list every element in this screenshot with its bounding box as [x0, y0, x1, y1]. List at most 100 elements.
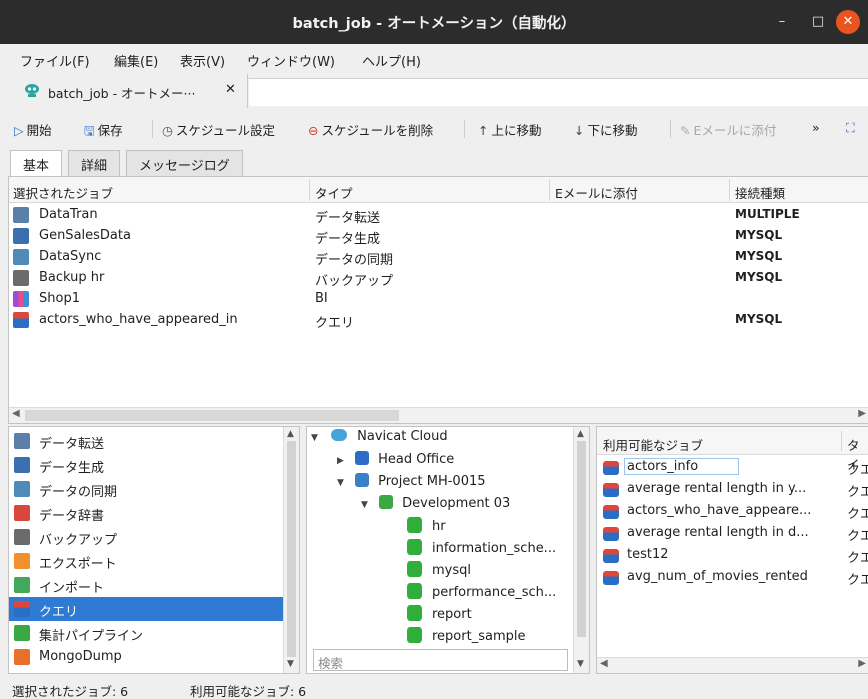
data-dictionary-icon: [14, 505, 30, 521]
job-type-label: データ辞書: [39, 509, 105, 524]
list-item[interactable]: MongoDump: [9, 645, 283, 669]
tree-node-project[interactable]: ▼ Project MH-0015: [337, 473, 486, 495]
scroll-right-icon[interactable]: ▶: [858, 408, 866, 419]
tree-node-connection[interactable]: ▼ Development 03: [361, 495, 510, 517]
scroll-left-icon[interactable]: ◀: [12, 408, 20, 419]
table-row[interactable]: average rental length in y... クエ: [597, 479, 868, 501]
tree-node-label: Development 03: [402, 496, 511, 511]
chevron-down-icon[interactable]: ▼: [337, 478, 351, 488]
table-row[interactable]: DataTran データ転送 MULTIPLE: [9, 205, 868, 226]
organization-icon: [355, 451, 370, 465]
column-divider[interactable]: [309, 179, 310, 201]
scroll-right-icon[interactable]: ▶: [858, 658, 866, 669]
list-item[interactable]: クエリ: [9, 597, 283, 621]
table-row[interactable]: actors_who_have_appeared_in クエリ MYSQL: [9, 310, 868, 331]
table-row[interactable]: actors_who_have_appeare... クエ: [597, 501, 868, 523]
table-row[interactable]: Shop1 BI: [9, 289, 868, 310]
tree-node-label: mysql: [432, 563, 471, 578]
horizontal-scrollbar[interactable]: ◀ ▶: [9, 407, 868, 423]
chevron-right-icon[interactable]: ▶: [337, 456, 351, 466]
scroll-down-icon[interactable]: ▼: [577, 659, 584, 669]
tree-node-database[interactable]: information_sche...: [407, 539, 556, 561]
delete-schedule-button[interactable]: ⊖ スケジュールを削除: [308, 120, 433, 139]
scrollbar-thumb[interactable]: [577, 441, 586, 637]
menu-view[interactable]: 表示(V): [180, 51, 225, 70]
tree-node-database[interactable]: hr: [407, 517, 446, 539]
scrollbar-thumb[interactable]: [25, 410, 399, 421]
maximize-button[interactable]: □: [806, 10, 830, 34]
table-row[interactable]: average rental length in d... クエ: [597, 523, 868, 545]
list-item[interactable]: データ辞書: [9, 501, 283, 525]
menu-help[interactable]: ヘルプ(H): [362, 51, 421, 70]
job-connection: MYSQL: [735, 270, 783, 284]
start-button[interactable]: ▷ 開始: [14, 120, 52, 139]
data-sync-icon: [14, 481, 30, 497]
available-job-name: avg_num_of_movies_rented: [627, 569, 808, 584]
vertical-scrollbar[interactable]: ▲ ▼: [573, 427, 589, 673]
job-type: データ転送: [315, 211, 381, 226]
attach-email-button[interactable]: ✎ Eメールに添付: [680, 120, 776, 139]
header-connection[interactable]: 接続種類: [735, 183, 785, 202]
scroll-left-icon[interactable]: ◀: [600, 658, 608, 669]
menu-edit[interactable]: 編集(E): [114, 51, 158, 70]
table-row[interactable]: Backup hr バックアップ MYSQL: [9, 268, 868, 289]
tree-node-database[interactable]: performance_sch...: [407, 583, 556, 605]
fullscreen-icon[interactable]: ⛶: [846, 120, 855, 136]
tree-node-database[interactable]: report_sample: [407, 627, 525, 643]
scrollbar-thumb[interactable]: [287, 441, 296, 657]
list-item[interactable]: データの同期: [9, 477, 283, 501]
available-job-type: クエ: [847, 485, 868, 500]
tree-node-database[interactable]: report: [407, 605, 472, 627]
tree-node-navicat-cloud[interactable]: ▼ Navicat Cloud: [311, 429, 448, 451]
move-down-button[interactable]: ↓ 下に移動: [574, 120, 638, 139]
aggregation-pipeline-icon: [14, 625, 30, 641]
scroll-up-icon[interactable]: ▲: [577, 429, 584, 439]
vertical-scrollbar[interactable]: ▲ ▼: [283, 427, 299, 673]
list-item[interactable]: バックアップ: [9, 525, 283, 549]
data-generation-icon: [13, 228, 29, 244]
menu-file[interactable]: ファイル(F): [20, 51, 90, 70]
tree-node-database[interactable]: mysql: [407, 561, 471, 583]
list-item[interactable]: エクスポート: [9, 549, 283, 573]
scroll-up-icon[interactable]: ▲: [287, 429, 294, 439]
column-divider[interactable]: [729, 179, 730, 201]
menu-window[interactable]: ウィンドウ(W): [247, 51, 335, 70]
schedule-settings-button[interactable]: ◷ スケジュール設定: [162, 120, 275, 139]
tab-basic[interactable]: 基本: [10, 150, 63, 177]
table-row[interactable]: test12 クエ: [597, 545, 868, 567]
horizontal-scrollbar[interactable]: ◀ ▶: [597, 657, 868, 673]
tree-node-head-office[interactable]: ▶ Head Office: [337, 451, 454, 473]
scroll-down-icon[interactable]: ▼: [287, 659, 294, 669]
document-tab[interactable]: batch_job - オートメー··· ✕: [8, 74, 248, 108]
job-type-label: エクスポート: [39, 557, 117, 572]
available-job-type: クエ: [847, 507, 868, 522]
minimize-button[interactable]: –: [770, 10, 794, 34]
save-button[interactable]: 🖫 保存: [84, 120, 123, 143]
list-item[interactable]: データ生成: [9, 453, 283, 477]
close-tab-icon[interactable]: ✕: [225, 82, 236, 97]
tab-message-log[interactable]: メッセージログ: [126, 150, 243, 176]
mongodump-icon: [14, 649, 30, 665]
header-type[interactable]: タイプ: [315, 183, 353, 202]
search-input[interactable]: 検索: [313, 649, 568, 671]
list-item[interactable]: データ転送: [9, 429, 283, 453]
list-item[interactable]: 集計パイプライン: [9, 621, 283, 645]
column-divider[interactable]: [841, 431, 842, 451]
header-selected-job[interactable]: 選択されたジョブ: [13, 183, 113, 202]
header-email[interactable]: Eメールに添付: [555, 183, 638, 202]
table-row[interactable]: avg_num_of_movies_rented クエ: [597, 567, 868, 589]
window-title: batch_job - オートメーション（自動化）: [292, 16, 576, 32]
table-row[interactable]: actors_info クエ: [597, 457, 868, 479]
column-divider[interactable]: [549, 179, 550, 201]
move-up-button[interactable]: ↑ 上に移動: [478, 120, 542, 139]
table-row[interactable]: GenSalesData データ生成 MYSQL: [9, 226, 868, 247]
more-button[interactable]: »: [812, 120, 820, 135]
chevron-down-icon[interactable]: ▼: [361, 500, 375, 510]
chevron-down-icon[interactable]: ▼: [311, 433, 325, 443]
close-button[interactable]: ✕: [836, 10, 860, 34]
header-available-job[interactable]: 利用可能なジョブ: [603, 435, 703, 454]
list-item[interactable]: インポート: [9, 573, 283, 597]
table-row[interactable]: DataSync データの同期 MYSQL: [9, 247, 868, 268]
tab-advanced[interactable]: 詳細: [68, 150, 121, 176]
status-bar: 選択されたジョブ: 6 利用可能なジョブ: 6: [0, 678, 868, 699]
